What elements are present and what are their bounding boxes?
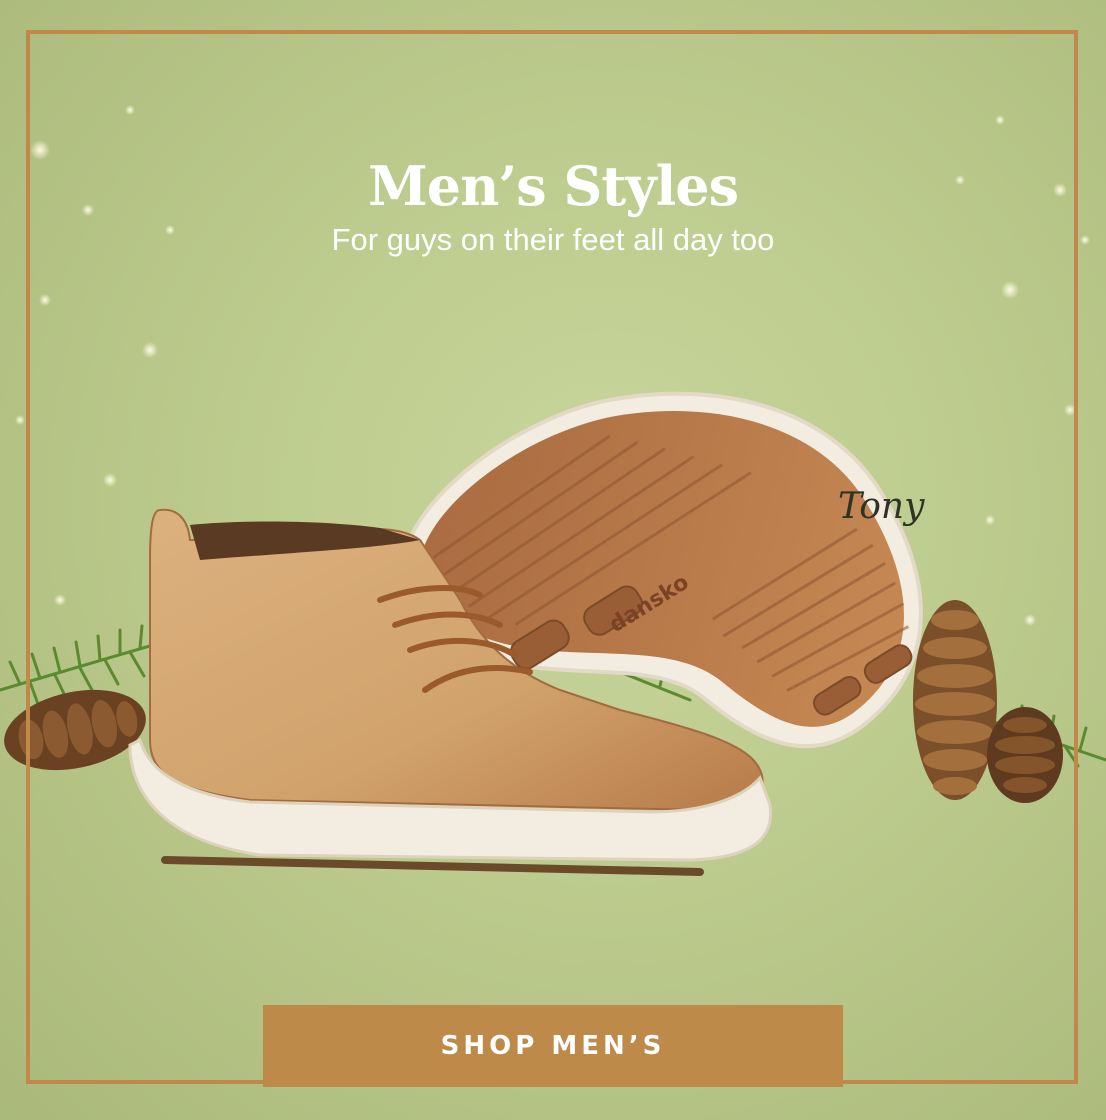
shop-mens-button[interactable]: SHOP MEN’S <box>263 1005 843 1087</box>
subheadline: For guys on their feet all day too <box>331 222 775 257</box>
promo-banner: dansko Men’s Styles For guys on their fe… <box>0 0 1106 1120</box>
shop-mens-button-label: SHOP MEN’S <box>440 1031 666 1061</box>
product-name-signature: Tony <box>838 486 925 527</box>
headline: Men’s Styles <box>368 154 739 219</box>
